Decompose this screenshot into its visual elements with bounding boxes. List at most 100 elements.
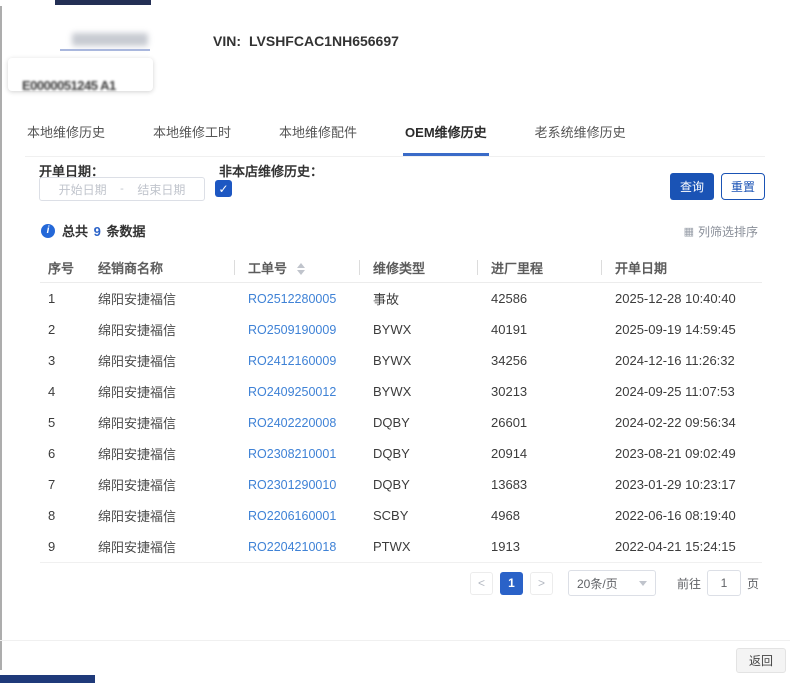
table-row: 3 绵阳安捷福信 RO2412160009 BYWX 34256 2024-12… <box>40 345 762 376</box>
footer-divider <box>0 640 790 641</box>
row-repair-type: PTWX <box>373 539 411 554</box>
tab-legacy-repair-history[interactable]: 老系统维修历史 <box>533 116 628 156</box>
row-mileage: 4968 <box>491 508 520 523</box>
tab-oem-repair-history[interactable]: OEM维修历史 <box>403 116 489 156</box>
work-order-link[interactable]: RO2206160001 <box>248 509 336 523</box>
row-dealer-name: 绵阳安捷福信 <box>98 323 177 338</box>
row-order-date: 2025-09-19 14:59:45 <box>615 322 736 337</box>
row-seq: 6 <box>48 446 56 461</box>
nonlocal-history-checkbox[interactable]: ✓ <box>215 180 232 197</box>
column-divider <box>477 259 478 275</box>
top-navy-bar <box>55 0 151 5</box>
row-repair-type: BYWX <box>373 353 412 368</box>
row-repair-type: DQBY <box>373 446 410 461</box>
column-header-order-date-label: 开单日期 <box>615 260 668 276</box>
row-order-date: 2022-06-16 08:19:40 <box>615 508 736 523</box>
page-size-select[interactable]: 20条/页 <box>568 570 656 596</box>
redacted-underline <box>60 49 150 51</box>
row-seq: 8 <box>48 508 56 523</box>
repair-history-table: 序号 经销商名称 工单号 维修类型 进厂里程 开单日期 1 绵阳安捷福信 RO2… <box>40 252 762 563</box>
column-header-dealer: 经销商名称 <box>98 260 164 276</box>
table-row: 8 绵阳安捷福信 RO2206160001 SCBY 4968 2022-06-… <box>40 500 762 531</box>
table-row: 6 绵阳安捷福信 RO2308210001 DQBY 20914 2023-08… <box>40 438 762 469</box>
row-repair-type: DQBY <box>373 415 410 430</box>
reset-button[interactable]: 重置 <box>721 173 765 200</box>
pagination: < 1 > 20条/页 前往 页 <box>470 570 759 596</box>
row-repair-type: 事故 <box>373 292 400 307</box>
column-divider <box>601 259 602 275</box>
bottom-navy-bar <box>0 675 95 683</box>
row-seq: 2 <box>48 322 56 337</box>
total-count: 9 <box>93 224 101 239</box>
page-number-current[interactable]: 1 <box>500 571 523 595</box>
tab-local-parts[interactable]: 本地维修配件 <box>277 116 359 156</box>
column-header-mileage: 进厂里程 <box>477 258 607 277</box>
work-order-link[interactable]: RO2301290010 <box>248 478 336 492</box>
row-mileage: 42586 <box>491 291 528 306</box>
work-order-link[interactable]: RO2509190009 <box>248 323 336 337</box>
back-button[interactable]: 返回 <box>736 648 786 673</box>
tab-local-repair-history[interactable]: 本地维修历史 <box>25 116 107 156</box>
table-row: 4 绵阳安捷福信 RO2409250012 BYWX 30213 2024-09… <box>40 376 762 407</box>
next-page-button[interactable]: > <box>530 571 553 595</box>
tab-local-labor-hours[interactable]: 本地维修工时 <box>151 116 233 156</box>
tab-bar: 本地维修历史 本地维修工时 本地维修配件 OEM维修历史 老系统维修历史 <box>25 116 765 157</box>
row-dealer-name: 绵阳安捷福信 <box>98 478 177 493</box>
column-header-order-no[interactable]: 工单号 <box>234 258 365 277</box>
prev-page-button[interactable]: < <box>470 571 493 595</box>
search-button[interactable]: 查询 <box>670 173 714 200</box>
goto-page-group: 前往 页 <box>677 570 759 596</box>
work-order-link[interactable]: RO2402220008 <box>248 416 336 430</box>
column-grid-icon: ▦ <box>683 226 694 238</box>
row-mileage: 30213 <box>491 384 528 399</box>
work-order-link[interactable]: RO2409250012 <box>248 385 336 399</box>
vin-line: VIN: LVSHFCAC1NH656697 <box>213 33 399 49</box>
left-edge-strip <box>0 6 2 670</box>
row-seq: 4 <box>48 384 56 399</box>
row-seq: 3 <box>48 353 56 368</box>
date-range-input[interactable]: 开始日期 - 结束日期 <box>39 177 205 201</box>
masked-vehicle-code: E0000051245 A1 <box>22 78 116 93</box>
row-dealer-name: 绵阳安捷福信 <box>98 509 177 524</box>
work-order-link[interactable]: RO2308210001 <box>248 447 336 461</box>
row-seq: 9 <box>48 539 56 554</box>
column-header-seq: 序号 <box>48 260 75 276</box>
row-order-date: 2024-12-16 11:26:32 <box>615 353 735 368</box>
row-order-date: 2023-08-21 09:02:49 <box>615 446 736 461</box>
row-mileage: 40191 <box>491 322 528 337</box>
date-range-separator: - <box>120 183 124 195</box>
chevron-down-icon <box>639 580 647 586</box>
total-count-text: 总共 9 条数据 <box>62 221 146 240</box>
row-order-date: 2023-01-29 10:23:17 <box>615 477 736 492</box>
work-order-link[interactable]: RO2204210018 <box>248 540 336 554</box>
row-seq: 1 <box>48 291 56 306</box>
row-repair-type: BYWX <box>373 322 412 337</box>
start-date-placeholder[interactable]: 开始日期 <box>48 181 117 198</box>
row-mileage: 1913 <box>491 539 520 554</box>
column-header-repair-type: 维修类型 <box>359 258 483 277</box>
redacted-label <box>72 33 148 46</box>
table-row: 9 绵阳安捷福信 RO2204210018 PTWX 1913 2022-04-… <box>40 531 762 562</box>
row-order-date: 2025-12-28 10:40:40 <box>615 291 736 306</box>
row-dealer-name: 绵阳安捷福信 <box>98 540 177 555</box>
column-header-order-date: 开单日期 <box>601 258 762 277</box>
work-order-link[interactable]: RO2512280005 <box>248 292 336 306</box>
nonlocal-history-filter-label: 非本店维修历史： <box>219 164 324 179</box>
table-header-row: 序号 经销商名称 工单号 维修类型 进厂里程 开单日期 <box>40 252 762 283</box>
row-order-date: 2022-04-21 15:24:15 <box>615 539 736 554</box>
column-header-order-no-label: 工单号 <box>248 260 288 276</box>
row-repair-type: BYWX <box>373 384 412 399</box>
sort-icon[interactable] <box>296 263 305 276</box>
work-order-link[interactable]: RO2412160009 <box>248 354 336 368</box>
row-mileage: 13683 <box>491 477 528 492</box>
goto-page-input[interactable] <box>707 570 742 596</box>
row-dealer-name: 绵阳安捷福信 <box>98 447 177 462</box>
end-date-placeholder[interactable]: 结束日期 <box>127 181 196 198</box>
table-row: 5 绵阳安捷福信 RO2402220008 DQBY 26601 2024-02… <box>40 407 762 438</box>
column-header-mileage-label: 进厂里程 <box>491 260 544 276</box>
row-mileage: 34256 <box>491 353 528 368</box>
column-filter-sort-button[interactable]: ▦ 列筛选排序 <box>684 223 758 240</box>
table-row: 2 绵阳安捷福信 RO2509190009 BYWX 40191 2025-09… <box>40 314 762 345</box>
vin-value: LVSHFCAC1NH656697 <box>249 33 399 49</box>
row-mileage: 26601 <box>491 415 528 430</box>
